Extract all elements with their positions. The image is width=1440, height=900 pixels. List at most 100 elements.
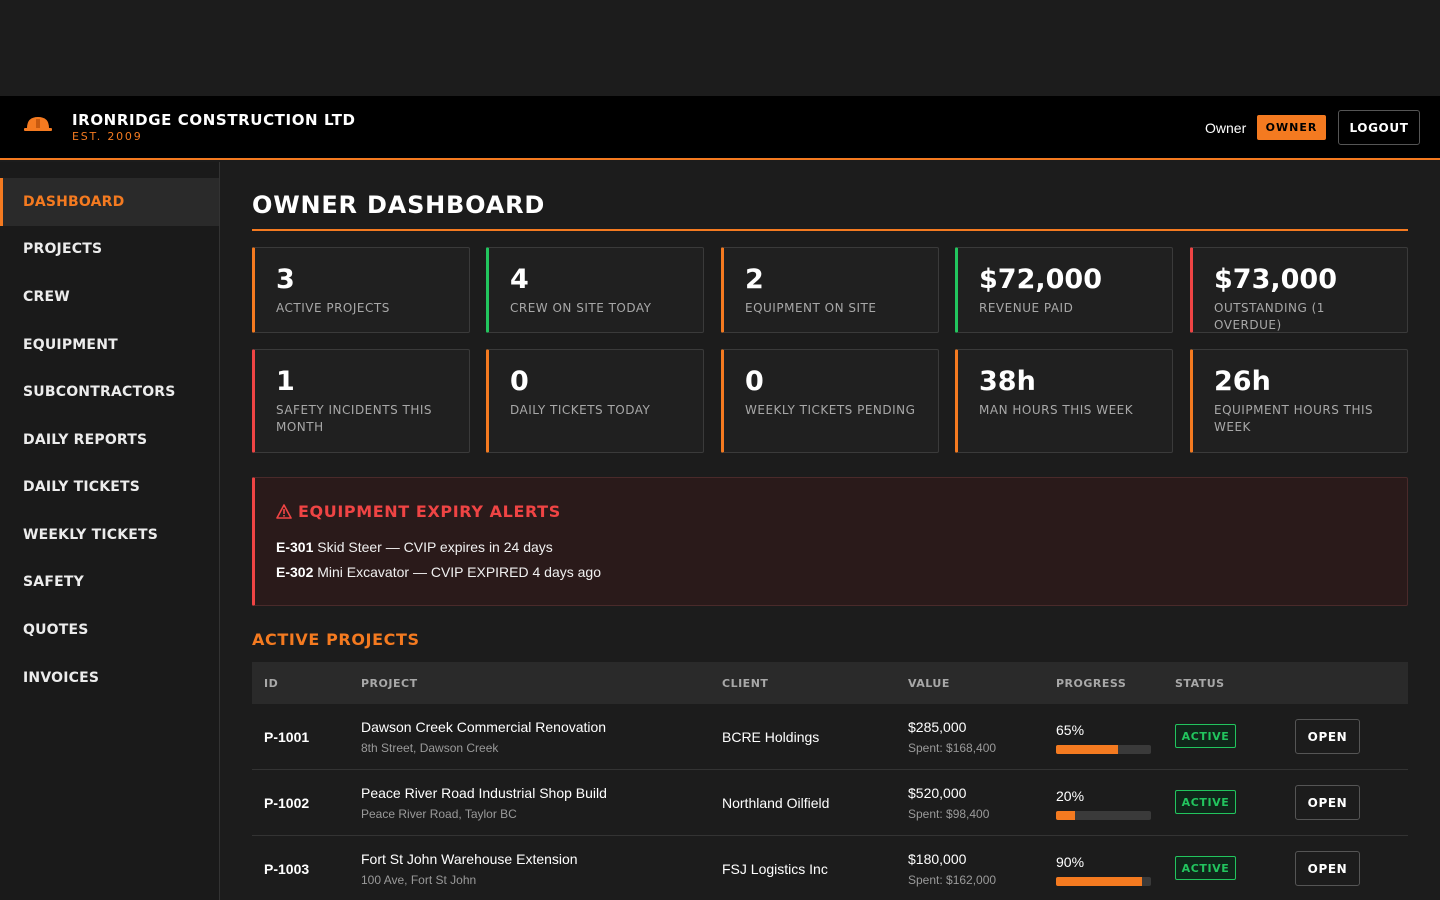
project-id: P-1002 <box>264 795 310 811</box>
project-spent: Spent: $162,000 <box>908 873 997 887</box>
progress-bar-fill <box>1056 811 1075 820</box>
project-location: 8th Street, Dawson Creek <box>361 741 499 755</box>
sidebar-item-projects[interactable]: PROJECTS <box>0 225 219 273</box>
project-value: $285,000 <box>908 719 967 735</box>
hard-hat-icon <box>24 117 52 131</box>
progress-bar <box>1056 811 1151 820</box>
sidebar-item-safety[interactable]: SAFETY <box>0 558 219 606</box>
project-location: Peace River Road, Taylor BC <box>361 807 517 821</box>
equipment-expiry-alerts: EQUIPMENT EXPIRY ALERTS E-301 Skid Steer… <box>252 477 1408 606</box>
progress-percent: 90% <box>1056 854 1085 870</box>
sidebar-item-weekly-tickets[interactable]: WEEKLY TICKETS <box>0 511 219 559</box>
progress-bar-fill <box>1056 877 1142 886</box>
stat-value: 26h <box>1214 366 1271 397</box>
logout-button[interactable]: LOGOUT <box>1338 110 1420 145</box>
active-projects-title: ACTIVE PROJECTS <box>252 630 420 649</box>
sidebar-item-subcontractors[interactable]: SUBCONTRACTORS <box>0 368 219 416</box>
sidebar-item-dashboard[interactable]: DASHBOARD <box>0 178 219 226</box>
stat-card-equipment-hours: 26h EQUIPMENT HOURS THIS WEEK <box>1190 349 1408 453</box>
sidebar-item-equipment[interactable]: EQUIPMENT <box>0 321 219 369</box>
stat-card-weekly-tickets: 0 WEEKLY TICKETS PENDING <box>721 349 939 453</box>
column-header-project: PROJECT <box>361 677 418 690</box>
user-role-label: Owner <box>1205 120 1247 136</box>
progress-bar <box>1056 877 1151 886</box>
page-title: OWNER DASHBOARD <box>252 191 546 219</box>
status-badge: ACTIVE <box>1175 856 1236 880</box>
project-name: Fort St John Warehouse Extension <box>361 851 578 867</box>
browser-chrome-spacer <box>0 0 1440 96</box>
sidebar-item-quotes[interactable]: QUOTES <box>0 606 219 654</box>
table-header: ID PROJECT CLIENT VALUE PROGRESS STATUS <box>252 662 1408 704</box>
stat-label: CREW ON SITE TODAY <box>510 301 652 315</box>
role-badge: OWNER <box>1257 115 1326 140</box>
alert-title-text: EQUIPMENT EXPIRY ALERTS <box>298 502 561 521</box>
stat-card-equipment-on-site: 2 EQUIPMENT ON SITE <box>721 247 939 333</box>
stat-label: SAFETY INCIDENTS THIS MONTH <box>276 403 433 434</box>
stat-value: 3 <box>276 264 295 295</box>
stat-label: WEEKLY TICKETS PENDING <box>745 403 916 417</box>
table-row: P-1001 Dawson Creek Commercial Renovatio… <box>252 704 1408 770</box>
warning-icon <box>276 504 292 519</box>
stat-value: 1 <box>276 366 295 397</box>
stat-card-man-hours: 38h MAN HOURS THIS WEEK <box>955 349 1173 453</box>
stat-card-revenue-paid: $72,000 REVENUE PAID <box>955 247 1173 333</box>
sidebar-item-daily-reports[interactable]: DAILY REPORTS <box>0 416 219 464</box>
progress-percent: 65% <box>1056 722 1085 738</box>
alert-equipment-id: E-302 <box>276 564 314 580</box>
company-name: IRONRIDGE CONSTRUCTION LTD <box>72 111 356 129</box>
stat-label: DAILY TICKETS TODAY <box>510 403 651 417</box>
table-row: P-1002 Peace River Road Industrial Shop … <box>252 770 1408 836</box>
progress-bar-fill <box>1056 745 1118 754</box>
project-location: 100 Ave, Fort St John <box>361 873 477 887</box>
sidebar-item-crew[interactable]: CREW <box>0 273 219 321</box>
alert-equipment-id: E-301 <box>276 539 314 555</box>
project-client: FSJ Logistics Inc <box>722 861 828 877</box>
stat-value: 38h <box>979 366 1036 397</box>
project-id: P-1001 <box>264 729 310 745</box>
alert-title: EQUIPMENT EXPIRY ALERTS <box>276 502 561 521</box>
progress-bar <box>1056 745 1151 754</box>
table-row: P-1003 Fort St John Warehouse Extension … <box>252 836 1408 900</box>
alert-item: E-301 Skid Steer — CVIP expires in 24 da… <box>276 539 553 555</box>
stat-label: REVENUE PAID <box>979 301 1074 315</box>
stat-card-safety-incidents: 1 SAFETY INCIDENTS THIS MONTH <box>252 349 470 453</box>
stat-value: 0 <box>510 366 529 397</box>
app-header: IRONRIDGE CONSTRUCTION LTD EST. 2009 Own… <box>0 96 1440 160</box>
project-name: Peace River Road Industrial Shop Build <box>361 785 607 801</box>
project-id: P-1003 <box>264 861 310 877</box>
column-header-id: ID <box>264 677 279 690</box>
stat-label: EQUIPMENT HOURS THIS WEEK <box>1214 403 1374 434</box>
stat-label: ACTIVE PROJECTS <box>276 301 390 315</box>
project-client: Northland Oilfield <box>722 795 830 811</box>
project-value: $520,000 <box>908 785 967 801</box>
status-badge: ACTIVE <box>1175 724 1236 748</box>
stat-card-crew-on-site: 4 CREW ON SITE TODAY <box>486 247 704 333</box>
project-spent: Spent: $98,400 <box>908 807 990 821</box>
project-client: BCRE Holdings <box>722 729 820 745</box>
sidebar-item-daily-tickets[interactable]: DAILY TICKETS <box>0 463 219 511</box>
open-project-button[interactable]: OPEN <box>1295 851 1360 886</box>
column-header-progress: PROGRESS <box>1056 677 1127 690</box>
stat-card-outstanding: $73,000 OUTSTANDING (1 OVERDUE) <box>1190 247 1408 333</box>
alert-item: E-302 Mini Excavator — CVIP EXPIRED 4 da… <box>276 564 601 580</box>
stat-value: $72,000 <box>979 264 1102 295</box>
stat-label: EQUIPMENT ON SITE <box>745 301 877 315</box>
stat-label: MAN HOURS THIS WEEK <box>979 403 1134 417</box>
open-project-button[interactable]: OPEN <box>1295 785 1360 820</box>
project-value: $180,000 <box>908 851 967 867</box>
title-divider <box>252 229 1408 231</box>
status-badge: ACTIVE <box>1175 790 1236 814</box>
sidebar: DASHBOARD PROJECTS CREW EQUIPMENT SUBCON… <box>0 162 220 900</box>
stat-value: 4 <box>510 264 529 295</box>
stat-card-active-projects: 3 ACTIVE PROJECTS <box>252 247 470 333</box>
stat-value: 2 <box>745 264 764 295</box>
sidebar-item-invoices[interactable]: INVOICES <box>0 654 219 702</box>
stat-value: $73,000 <box>1214 264 1337 295</box>
alert-text: Skid Steer — CVIP expires in 24 days <box>317 539 553 555</box>
established-label: EST. 2009 <box>72 130 143 143</box>
column-header-value: VALUE <box>908 677 950 690</box>
column-header-status: STATUS <box>1175 677 1225 690</box>
open-project-button[interactable]: OPEN <box>1295 719 1360 754</box>
stat-card-daily-tickets: 0 DAILY TICKETS TODAY <box>486 349 704 453</box>
stat-value: 0 <box>745 366 764 397</box>
